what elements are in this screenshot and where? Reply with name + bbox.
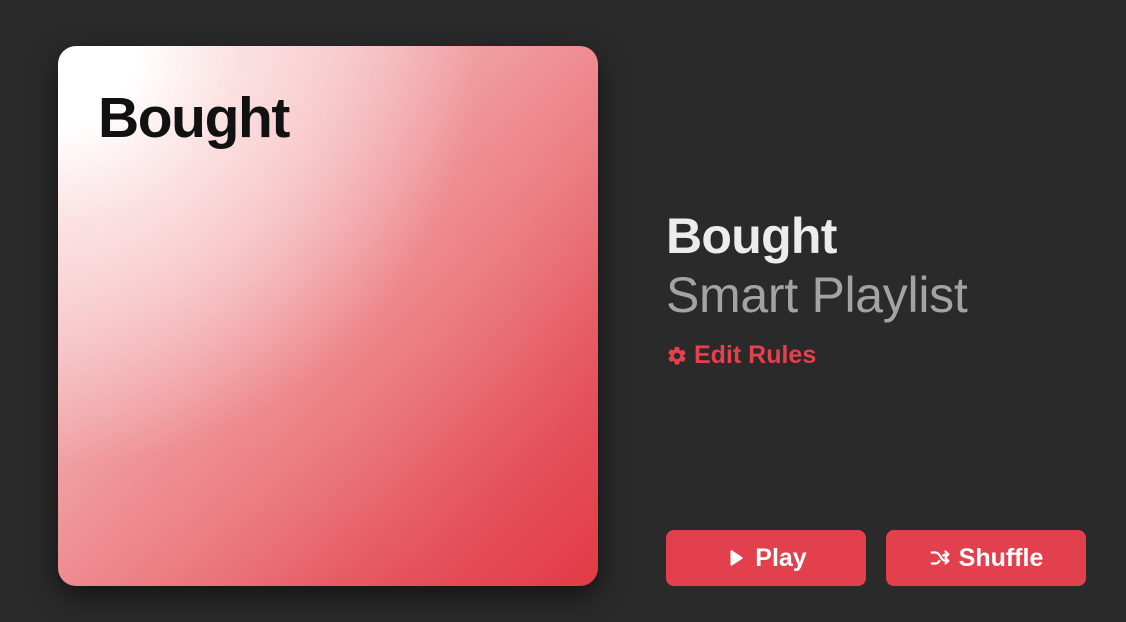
playlist-subtitle: Smart Playlist <box>666 267 968 323</box>
play-button[interactable]: Play <box>666 530 866 586</box>
shuffle-label: Shuffle <box>958 543 1044 572</box>
play-icon <box>725 547 747 569</box>
play-label: Play <box>755 543 807 572</box>
playlist-title: Bought <box>666 208 837 264</box>
gear-icon <box>666 345 688 367</box>
shuffle-button[interactable]: Shuffle <box>886 530 1086 586</box>
shuffle-icon <box>929 547 951 569</box>
playlist-details: Bought Smart Playlist Edit Rules <box>666 207 1086 372</box>
edit-rules-link[interactable]: Edit Rules <box>666 341 816 370</box>
artwork-title: Bought <box>98 86 290 150</box>
smart-playlist-page: Bought Bought Smart Playlist Edit Rules … <box>0 0 1126 622</box>
edit-rules-label: Edit Rules <box>694 341 817 369</box>
playlist-artwork: Bought <box>58 46 598 586</box>
